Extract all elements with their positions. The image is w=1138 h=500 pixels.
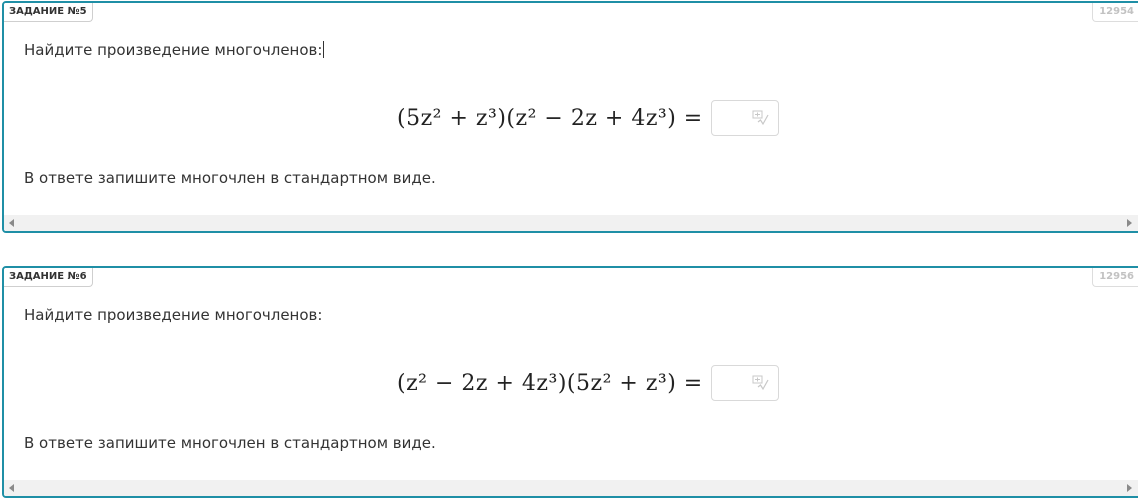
- answer-input[interactable]: [710, 365, 779, 401]
- task-card-5: ЗАДАНИЕ №5 12954 Найдите произведение мн…: [2, 1, 1138, 233]
- formula-row: (z² − 2z + 4z³)(5z² + z³) =: [397, 364, 779, 402]
- scroll-left-arrow-icon[interactable]: [9, 219, 14, 227]
- formula-editor-icon[interactable]: [752, 110, 770, 126]
- task-id: 12954: [1092, 3, 1138, 22]
- task-prompt-text: Найдите произведение многочленов:: [24, 41, 323, 59]
- task-label: ЗАДАНИЕ №6: [4, 268, 93, 287]
- scroll-right-arrow-icon[interactable]: [1127, 219, 1132, 227]
- math-formula: (5z² + z³)(z² − 2z + 4z³) =: [397, 105, 703, 131]
- formula-row: (5z² + z³)(z² − 2z + 4z³) =: [397, 99, 779, 137]
- task-instruction: В ответе запишите многочлен в стандартно…: [24, 434, 436, 452]
- scroll-left-arrow-icon[interactable]: [9, 484, 14, 492]
- task-id: 12956: [1092, 268, 1138, 287]
- task-card-6: ЗАДАНИЕ №6 12956 Найдите произведение мн…: [2, 266, 1138, 498]
- scroll-right-arrow-icon[interactable]: [1127, 484, 1132, 492]
- text-cursor: [323, 41, 325, 58]
- formula-editor-icon[interactable]: [752, 375, 770, 391]
- task-prompt: Найдите произведение многочленов:: [24, 41, 325, 59]
- horizontal-scrollbar[interactable]: [4, 480, 1138, 496]
- task-prompt: Найдите произведение многочленов:: [24, 306, 323, 324]
- horizontal-scrollbar[interactable]: [4, 215, 1138, 231]
- task-label: ЗАДАНИЕ №5: [4, 3, 93, 22]
- task-instruction: В ответе запишите многочлен в стандартно…: [24, 169, 436, 187]
- math-formula: (z² − 2z + 4z³)(5z² + z³) =: [397, 370, 703, 396]
- answer-input[interactable]: [710, 100, 779, 136]
